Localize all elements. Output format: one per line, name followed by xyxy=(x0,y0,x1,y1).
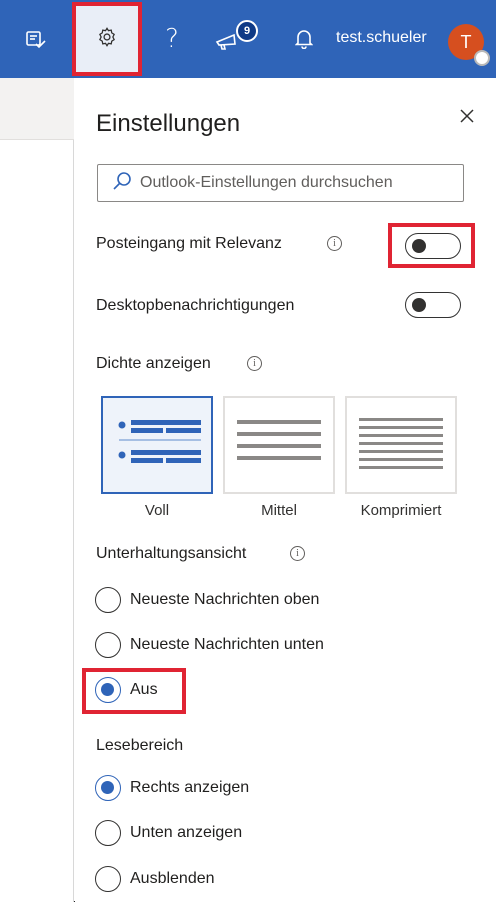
density-option-compact[interactable] xyxy=(345,396,457,494)
toggle-knob xyxy=(412,239,426,253)
radio-button[interactable] xyxy=(95,820,121,846)
search-input[interactable] xyxy=(140,174,460,192)
conversation-option-newest-top[interactable]: Neueste Nachrichten oben xyxy=(95,587,319,613)
conversation-view-label: Unterhaltungsansicht xyxy=(96,545,247,562)
radio-label: Neueste Nachrichten unten xyxy=(130,636,324,653)
density-compact-illustration xyxy=(359,418,443,469)
reading-pane-option-right[interactable]: Rechts anzeigen xyxy=(95,775,249,801)
help-icon[interactable]: ? xyxy=(155,22,189,56)
density-label-full: Voll xyxy=(144,502,170,519)
radio-label: Aus xyxy=(130,681,158,698)
settings-title: Einstellungen xyxy=(96,110,241,137)
info-icon[interactable]: i xyxy=(327,236,342,251)
density-full-illustration xyxy=(118,420,201,463)
density-option-medium[interactable] xyxy=(223,396,335,494)
reading-pane-option-hide[interactable]: Ausblenden xyxy=(95,866,215,892)
desktop-notifications-toggle[interactable] xyxy=(405,292,461,318)
radio-button[interactable] xyxy=(95,587,121,613)
radio-button-selected[interactable] xyxy=(95,775,121,801)
radio-button[interactable] xyxy=(95,632,121,658)
search-icon xyxy=(112,171,132,196)
close-icon[interactable] xyxy=(456,105,480,129)
username-label[interactable]: test.schueler xyxy=(336,29,427,47)
info-icon[interactable]: i xyxy=(290,546,305,561)
radio-button[interactable] xyxy=(95,866,121,892)
focused-inbox-toggle[interactable] xyxy=(405,233,461,259)
focused-inbox-label: Posteingang mit Relevanz xyxy=(96,235,282,252)
radio-label: Rechts anzeigen xyxy=(130,779,250,796)
presence-status-icon xyxy=(474,50,490,66)
conversation-option-off[interactable]: Aus xyxy=(95,677,158,703)
info-icon[interactable]: i xyxy=(247,356,262,371)
reading-pane-option-bottom[interactable]: Unten anzeigen xyxy=(95,820,242,846)
radio-label: Ausblenden xyxy=(130,870,215,887)
conversation-option-newest-bottom[interactable]: Neueste Nachrichten unten xyxy=(95,632,324,658)
density-option-full[interactable] xyxy=(101,396,213,494)
settings-gear-button[interactable] xyxy=(72,2,142,76)
radio-label: Neueste Nachrichten oben xyxy=(130,591,320,608)
density-label-compact: Komprimiert xyxy=(360,502,442,519)
reading-pane-label: Lesebereich xyxy=(96,737,184,754)
gear-icon xyxy=(96,26,118,53)
mail-list-toolbar xyxy=(0,78,74,140)
bell-icon[interactable] xyxy=(287,22,321,56)
notification-badge: 9 xyxy=(236,20,258,42)
density-label: Dichte anzeigen xyxy=(96,355,211,372)
density-medium-illustration xyxy=(237,420,321,460)
todo-check-icon[interactable] xyxy=(18,22,52,56)
radio-button-selected[interactable] xyxy=(95,677,121,703)
density-label-medium: Mittel xyxy=(261,502,297,519)
settings-search-box[interactable] xyxy=(97,164,464,202)
toggle-knob xyxy=(412,298,426,312)
desktop-notifications-label: Desktopbenachrichtigungen xyxy=(96,297,295,314)
radio-label: Unten anzeigen xyxy=(130,824,243,841)
top-bar: ? 9 test.schueler T xyxy=(0,0,496,78)
mail-list-area xyxy=(0,78,74,902)
